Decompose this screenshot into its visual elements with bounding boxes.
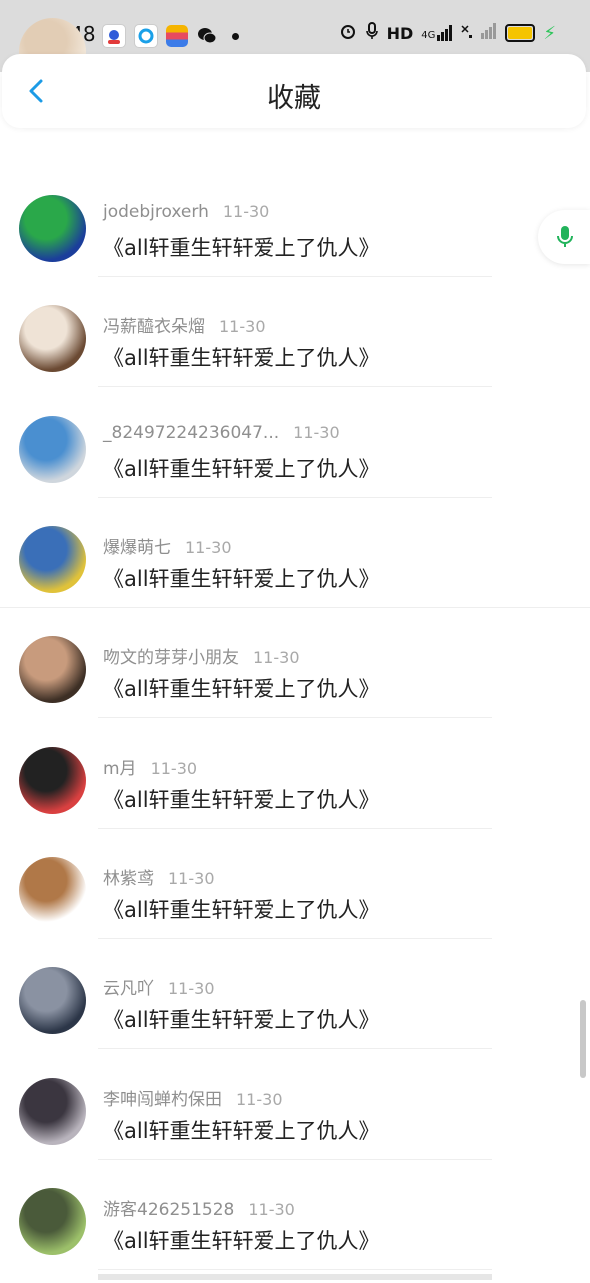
avatar[interactable] bbox=[19, 1078, 86, 1145]
avatar[interactable] bbox=[19, 747, 86, 814]
timestamp: 11-30 bbox=[236, 1090, 283, 1109]
divider bbox=[98, 1159, 492, 1160]
divider bbox=[98, 1269, 492, 1270]
username[interactable]: 爆爆萌七 bbox=[103, 538, 171, 558]
username[interactable]: 游客426251528 bbox=[103, 1200, 234, 1220]
item-meta: m月 11-30 bbox=[103, 754, 197, 779]
divider bbox=[0, 607, 590, 608]
bottom-edge bbox=[98, 1274, 492, 1280]
username[interactable]: 云凡吖 bbox=[103, 979, 154, 999]
avatar[interactable] bbox=[19, 305, 86, 372]
page-title: 收藏 bbox=[267, 83, 321, 114]
favorite-title[interactable]: 《all轩重生轩轩爱上了仇人》 bbox=[103, 673, 380, 703]
scrollbar[interactable] bbox=[580, 1000, 586, 1078]
item-meta: 游客426251528 11-30 bbox=[103, 1195, 295, 1220]
item-meta: jodebjroxerh 11-30 bbox=[103, 202, 269, 222]
divider bbox=[98, 828, 492, 829]
list-item[interactable]: 云凡吖 11-30 《all轩重生轩轩爱上了仇人》 bbox=[0, 952, 590, 1062]
divider bbox=[98, 1048, 492, 1049]
app-header: 收藏 bbox=[2, 54, 586, 128]
favorite-title[interactable]: 《all轩重生轩轩爱上了仇人》 bbox=[103, 232, 380, 262]
username[interactable]: 吻文的芽芽小朋友 bbox=[103, 648, 239, 668]
favorite-title[interactable]: 《all轩重生轩轩爱上了仇人》 bbox=[103, 784, 380, 814]
voice-input-button[interactable] bbox=[538, 210, 590, 264]
timestamp: 11-30 bbox=[293, 423, 340, 442]
list-item[interactable]: 爆爆萌七 11-30 《all轩重生轩轩爱上了仇人》 bbox=[0, 511, 590, 621]
timestamp: 11-30 bbox=[248, 1200, 295, 1219]
item-meta: 林紫鸢 11-30 bbox=[103, 864, 215, 889]
divider bbox=[98, 497, 492, 498]
divider bbox=[98, 938, 492, 939]
timestamp: 11-30 bbox=[253, 648, 300, 667]
list-item[interactable]: 游客426251528 11-30 《all轩重生轩轩爱上了仇人》 bbox=[0, 1173, 590, 1283]
avatar[interactable] bbox=[19, 1188, 86, 1255]
item-meta: 爆爆萌七 11-30 bbox=[103, 533, 232, 558]
favorite-title[interactable]: 《all轩重生轩轩爱上了仇人》 bbox=[103, 1115, 380, 1145]
list-item[interactable]: jodebjroxerh 11-30 《all轩重生轩轩爱上了仇人》 bbox=[0, 180, 590, 290]
avatar[interactable] bbox=[19, 636, 86, 703]
item-meta: 云凡吖 11-30 bbox=[103, 974, 215, 999]
microphone-icon bbox=[557, 226, 573, 247]
timestamp: 11-30 bbox=[185, 538, 232, 557]
favorite-title[interactable]: 《all轩重生轩轩爱上了仇人》 bbox=[103, 342, 380, 372]
list-item[interactable]: 李呻闯蝉杓保田 11-30 《all轩重生轩轩爱上了仇人》 bbox=[0, 1063, 590, 1173]
avatar[interactable] bbox=[19, 967, 86, 1034]
divider bbox=[98, 717, 492, 718]
list-item[interactable]: 冯薪醯衣朵熘 11-30 《all轩重生轩轩爱上了仇人》 bbox=[0, 290, 590, 400]
avatar[interactable] bbox=[19, 857, 86, 924]
favorite-title[interactable]: 《all轩重生轩轩爱上了仇人》 bbox=[103, 894, 380, 924]
avatar[interactable] bbox=[19, 195, 86, 262]
timestamp: 11-30 bbox=[222, 202, 270, 221]
favorite-title[interactable]: 《all轩重生轩轩爱上了仇人》 bbox=[103, 1225, 380, 1255]
avatar[interactable] bbox=[19, 526, 86, 593]
list-item[interactable]: m月 11-30 《all轩重生轩轩爱上了仇人》 bbox=[0, 732, 590, 842]
favorite-title[interactable]: 《all轩重生轩轩爱上了仇人》 bbox=[103, 563, 380, 593]
item-meta: 吻文的芽芽小朋友 11-30 bbox=[103, 643, 300, 668]
timestamp: 11-30 bbox=[168, 869, 215, 888]
username[interactable]: m月 bbox=[103, 759, 137, 779]
favorite-title[interactable]: 《all轩重生轩轩爱上了仇人》 bbox=[103, 453, 380, 483]
username[interactable]: _82497224236047... bbox=[103, 423, 279, 443]
timestamp: 11-30 bbox=[219, 317, 266, 336]
username[interactable]: jodebjroxerh bbox=[103, 202, 209, 222]
item-meta: 李呻闯蝉杓保田 11-30 bbox=[103, 1085, 283, 1110]
divider bbox=[98, 276, 492, 277]
timestamp: 11-30 bbox=[150, 759, 198, 778]
divider bbox=[98, 386, 492, 387]
username[interactable]: 李呻闯蝉杓保田 bbox=[103, 1090, 222, 1110]
list-item[interactable]: _82497224236047... 11-30 《all轩重生轩轩爱上了仇人》 bbox=[0, 401, 590, 511]
avatar[interactable] bbox=[19, 416, 86, 483]
username[interactable]: 林紫鸢 bbox=[103, 869, 154, 889]
favorite-title[interactable]: 《all轩重生轩轩爱上了仇人》 bbox=[103, 1004, 380, 1034]
list-item[interactable]: 吻文的芽芽小朋友 11-30 《all轩重生轩轩爱上了仇人》 bbox=[0, 621, 590, 731]
item-meta: 冯薪醯衣朵熘 11-30 bbox=[103, 312, 266, 337]
timestamp: 11-30 bbox=[168, 979, 215, 998]
item-meta: _82497224236047... 11-30 bbox=[103, 423, 340, 443]
list-item[interactable]: 林紫鸢 11-30 《all轩重生轩轩爱上了仇人》 bbox=[0, 842, 590, 952]
username[interactable]: 冯薪醯衣朵熘 bbox=[103, 317, 205, 337]
